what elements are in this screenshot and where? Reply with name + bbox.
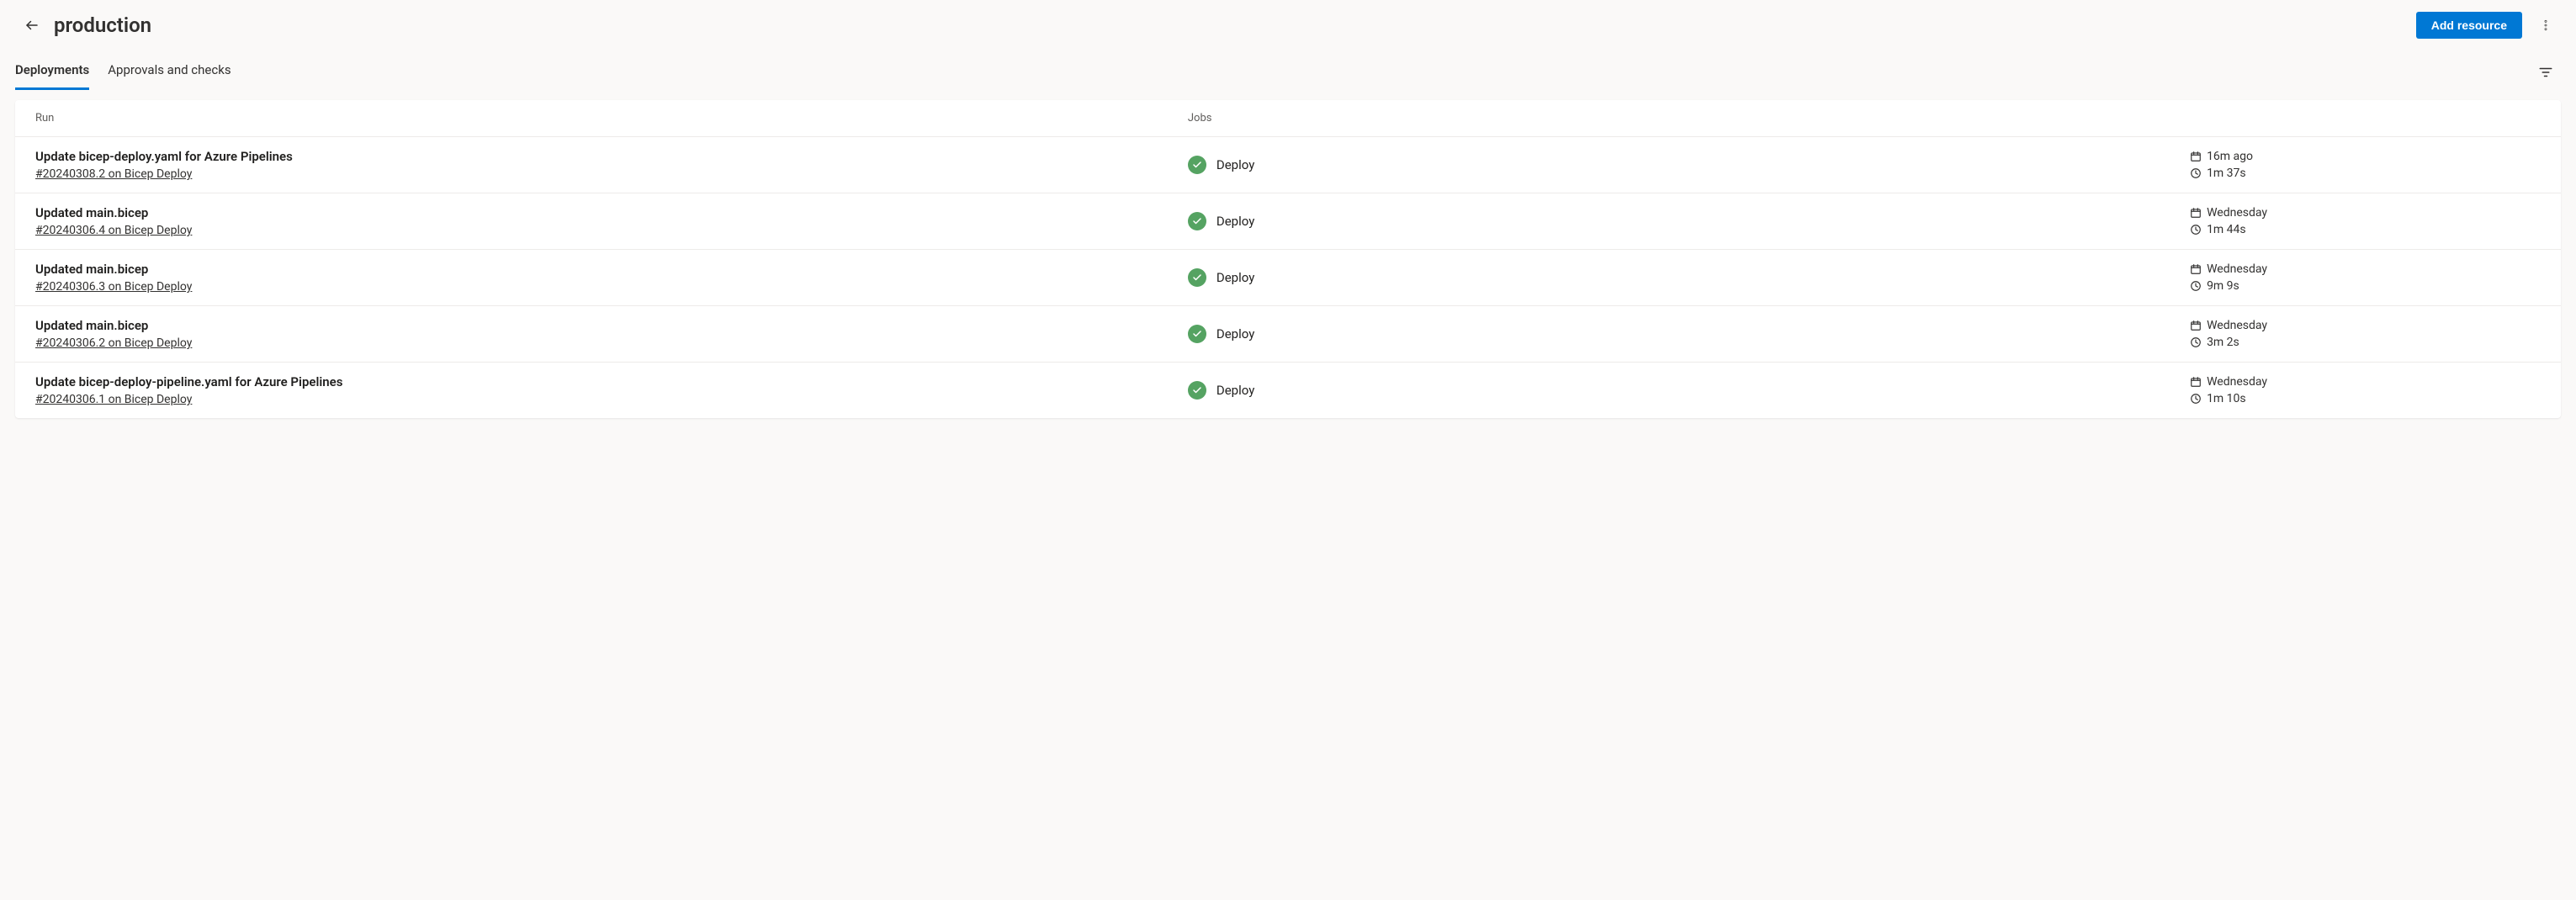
clock-icon (2190, 224, 2202, 236)
run-link[interactable]: #20240306.3 on Bicep Deploy (35, 280, 192, 294)
job-name: Deploy (1216, 383, 1254, 398)
run-link[interactable]: #20240306.2 on Bicep Deploy (35, 336, 192, 350)
calendar-icon (2190, 376, 2202, 388)
run-when-text: Wednesday (2207, 375, 2267, 389)
table-row[interactable]: Updated main.bicep #20240306.4 on Bicep … (15, 193, 2561, 250)
calendar-icon (2190, 263, 2202, 275)
run-when: Wednesday (2190, 375, 2267, 389)
job-name: Deploy (1216, 270, 1254, 285)
run-when: 16m ago (2190, 150, 2253, 163)
table-row[interactable]: Updated main.bicep #20240306.2 on Bicep … (15, 306, 2561, 363)
run-when: Wednesday (2190, 262, 2267, 276)
back-button[interactable] (15, 8, 49, 42)
success-icon (1188, 212, 1206, 230)
success-icon (1188, 268, 1206, 287)
run-duration-text: 1m 44s (2207, 223, 2246, 236)
run-when-text: Wednesday (2207, 319, 2267, 332)
run-duration-text: 9m 9s (2207, 279, 2239, 293)
run-when-text: 16m ago (2207, 150, 2253, 163)
tab-bar: Deployments Approvals and checks (0, 54, 2576, 90)
deployments-table: Run Jobs Update bicep-deploy.yaml for Az… (15, 100, 2561, 418)
run-duration-text: 1m 10s (2207, 392, 2246, 405)
table-header: Run Jobs (15, 100, 2561, 137)
tab-deployments[interactable]: Deployments (15, 54, 89, 90)
run-duration: 1m 44s (2190, 223, 2246, 236)
table-row[interactable]: Update bicep-deploy-pipeline.yaml for Az… (15, 363, 2561, 418)
add-resource-button[interactable]: Add resource (2416, 12, 2522, 39)
job-cell: Deploy (1188, 325, 1254, 343)
run-link[interactable]: #20240308.2 on Bicep Deploy (35, 167, 192, 181)
run-duration-text: 3m 2s (2207, 336, 2239, 349)
calendar-icon (2190, 207, 2202, 219)
clock-icon (2190, 280, 2202, 292)
job-name: Deploy (1216, 157, 1254, 172)
run-duration-text: 1m 37s (2207, 167, 2246, 180)
job-cell: Deploy (1188, 156, 1254, 174)
page-title: production (54, 13, 151, 37)
page-header: production Add resource (0, 0, 2576, 42)
tab-approvals[interactable]: Approvals and checks (108, 54, 231, 90)
run-when-text: Wednesday (2207, 262, 2267, 276)
table-body: Update bicep-deploy.yaml for Azure Pipel… (15, 137, 2561, 418)
job-name: Deploy (1216, 326, 1254, 341)
run-duration: 9m 9s (2190, 279, 2239, 293)
success-icon (1188, 156, 1206, 174)
success-icon (1188, 381, 1206, 400)
run-when: Wednesday (2190, 206, 2267, 220)
job-name: Deploy (1216, 214, 1254, 229)
run-title: Updated main.bicep (35, 262, 1188, 277)
job-cell: Deploy (1188, 381, 1254, 400)
filter-button[interactable] (2531, 57, 2561, 87)
run-when: Wednesday (2190, 319, 2267, 332)
arrow-left-icon (24, 18, 40, 33)
calendar-icon (2190, 151, 2202, 162)
success-icon (1188, 325, 1206, 343)
clock-icon (2190, 336, 2202, 348)
run-duration: 1m 37s (2190, 167, 2246, 180)
clock-icon (2190, 393, 2202, 405)
run-title: Updated main.bicep (35, 318, 1188, 333)
column-header-jobs[interactable]: Jobs (1188, 112, 2190, 124)
filter-icon (2538, 65, 2553, 80)
run-title: Updated main.bicep (35, 205, 1188, 220)
run-link[interactable]: #20240306.1 on Bicep Deploy (35, 393, 192, 406)
clock-icon (2190, 167, 2202, 179)
table-row[interactable]: Updated main.bicep #20240306.3 on Bicep … (15, 250, 2561, 306)
job-cell: Deploy (1188, 268, 1254, 287)
run-link[interactable]: #20240306.4 on Bicep Deploy (35, 224, 192, 237)
run-title: Update bicep-deploy.yaml for Azure Pipel… (35, 149, 1188, 164)
more-actions-button[interactable] (2531, 10, 2561, 40)
more-vertical-icon (2539, 19, 2552, 32)
run-when-text: Wednesday (2207, 206, 2267, 220)
calendar-icon (2190, 320, 2202, 331)
table-row[interactable]: Update bicep-deploy.yaml for Azure Pipel… (15, 137, 2561, 193)
run-duration: 3m 2s (2190, 336, 2239, 349)
run-duration: 1m 10s (2190, 392, 2246, 405)
run-title: Update bicep-deploy-pipeline.yaml for Az… (35, 374, 1188, 389)
column-header-run[interactable]: Run (35, 112, 1188, 124)
job-cell: Deploy (1188, 212, 1254, 230)
